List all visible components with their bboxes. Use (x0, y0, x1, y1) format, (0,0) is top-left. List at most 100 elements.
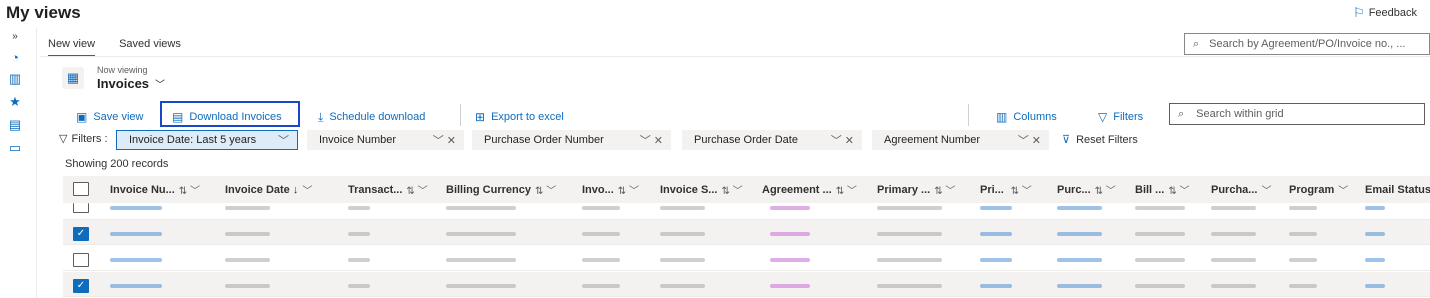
blurred-cell (877, 206, 942, 210)
filter-chip-po-date[interactable]: Purchase Order Date ﹀ ✕ (682, 130, 862, 150)
export-excel-label: Export to excel (491, 111, 564, 123)
column-header-label: Invoice Date ↓ (225, 183, 299, 196)
column-header-label: Agreement ... (762, 183, 832, 196)
expand-icon[interactable]: » (8, 30, 22, 44)
column-header[interactable]: Pri... ⇅ ﹀ (980, 176, 1032, 203)
blurred-cell (660, 206, 705, 210)
blurred-cell (770, 206, 810, 210)
filter-chip-agreement-number[interactable]: Agreement Number ﹀ ✕ (872, 130, 1049, 150)
schedule-download-label: Schedule download (329, 111, 426, 123)
download-icon: ⤓ (318, 109, 324, 124)
global-search-input[interactable]: ⌕ Search by Agreement/PO/Invoice no., ..… (1184, 33, 1430, 55)
export-excel-button[interactable]: ⊞ Export to excel (475, 108, 564, 126)
chevron-down-close-icons: ﹀ ✕ (432, 135, 456, 147)
row-checkbox[interactable] (73, 203, 89, 213)
blurred-cell (110, 258, 162, 262)
column-header[interactable]: Purcha... ﹀ (1211, 176, 1271, 203)
blurred-cell (446, 206, 516, 210)
column-header-label: Billing Currency (446, 183, 531, 196)
tabs-divider (40, 56, 1430, 57)
download-invoice-icon: ▤ (172, 110, 184, 124)
column-header[interactable]: Program ﹀ (1289, 176, 1348, 203)
column-header[interactable]: Invoice Nu... ⇅ ﹀ (110, 176, 200, 203)
filter-icon: ▽ (1098, 110, 1108, 124)
tab-saved-views[interactable]: Saved views (119, 38, 181, 57)
blurred-cell (660, 258, 705, 262)
column-header-label: Invoice S... (660, 183, 718, 196)
save-view-label: Save view (93, 111, 144, 123)
blurred-cell (1057, 232, 1102, 236)
row-checkbox[interactable]: ✓ (73, 279, 89, 293)
blurred-cell (582, 232, 620, 236)
column-header-label: Pri... (980, 183, 1004, 196)
view-selector[interactable]: Invoices ﹀ (97, 76, 165, 91)
page-title: My views (6, 3, 81, 22)
blurred-cell (1211, 284, 1256, 288)
presentation-icon[interactable]: ▭ (8, 141, 22, 155)
blurred-cell (110, 284, 162, 288)
column-header[interactable]: Primary ... ⇅ ﹀ (877, 176, 955, 203)
blurred-cell (446, 284, 516, 288)
filter-chip-po-number[interactable]: Purchase Order Number ﹀ ✕ (472, 130, 671, 150)
column-header[interactable]: Billing Currency ⇅ ﹀ (446, 176, 556, 203)
filters-label: Filters : (71, 132, 108, 145)
row-checkbox[interactable]: ✓ (73, 227, 89, 241)
column-header[interactable]: Invoice S... ⇅ ﹀ (660, 176, 743, 203)
blurred-cell (110, 232, 162, 236)
download-invoices-button[interactable]: ▤ Download Invoices (172, 108, 282, 126)
sort-chevron-icon: ⇅ ﹀ (835, 186, 857, 197)
filter-chip-label: Agreement Number (884, 134, 980, 146)
filter-chip-invoice-date[interactable]: Invoice Date: Last 5 years ﹀ (116, 130, 298, 150)
schedule-download-button[interactable]: ⤓ Schedule download (318, 108, 425, 126)
blurred-cell (1135, 284, 1185, 288)
sort-chevron-icon: ⇅ ﹀ (934, 186, 956, 197)
save-view-button[interactable]: ▣ Save view (76, 108, 143, 126)
save-icon: ▣ (76, 110, 88, 124)
record-count: Showing 200 records (65, 158, 169, 170)
views-icon[interactable]: ▥ (8, 72, 22, 86)
row-checkbox[interactable] (73, 253, 89, 267)
blurred-cell (110, 206, 162, 210)
column-header[interactable]: Agreement ... ⇅ ﹀ (762, 176, 857, 203)
feedback-link[interactable]: ⚐ Feedback (1353, 5, 1417, 21)
column-header-label: Invo... (582, 183, 614, 196)
blurred-cell (1211, 258, 1256, 262)
filter-chip-invoice-number[interactable]: Invoice Number ﹀ ✕ (307, 130, 464, 150)
dashboard-icon[interactable]: ◔ (8, 51, 22, 65)
filter-chip-label: Invoice Date: Last 5 years (129, 134, 257, 146)
tab-new-view[interactable]: New view (48, 38, 96, 57)
filters-button[interactable]: ▽ Filters (1098, 108, 1143, 126)
column-header[interactable]: Bill ... ⇅ ﹀ (1135, 176, 1190, 203)
grid-search-input[interactable]: ⌕ Search within grid (1169, 103, 1425, 125)
document-icon[interactable]: ▤ (8, 118, 22, 132)
favorites-icon[interactable]: ★ (8, 95, 22, 109)
blurred-cell (1135, 206, 1185, 210)
chevron-down-icon: ﹀ (302, 186, 313, 197)
columns-button[interactable]: ▥ Columns (996, 108, 1057, 126)
feedback-icon: ⚐ (1353, 5, 1365, 20)
feedback-label: Feedback (1368, 7, 1417, 19)
blurred-cell (1289, 232, 1317, 236)
blurred-cell (446, 232, 516, 236)
select-all-checkbox[interactable] (73, 182, 89, 196)
blurred-cell (348, 232, 370, 236)
now-viewing-caption: Now viewing (97, 65, 148, 75)
filter-icon: ▽ (59, 133, 68, 145)
reset-filters-button[interactable]: ⊽ Reset Filters (1062, 133, 1138, 147)
blurred-cell (582, 206, 620, 210)
blurred-cell (1135, 258, 1185, 262)
blurred-cell (1135, 232, 1185, 236)
reset-filter-icon: ⊽ (1062, 134, 1071, 146)
blurred-cell (225, 206, 270, 210)
column-header[interactable]: Invoice Date ↓ ﹀ (225, 176, 312, 203)
column-header[interactable]: Purc... ⇅ ﹀ (1057, 176, 1116, 203)
excel-icon: ⊞ (475, 110, 486, 124)
sort-chevron-icon: ⇅ ﹀ (1094, 186, 1116, 197)
sort-chevron-icon: ⇅ ﹀ (406, 186, 428, 197)
chevron-down-icon: ﹀ (1261, 186, 1272, 197)
blurred-cell (348, 258, 370, 262)
column-header[interactable]: Transact... ⇅ ﹀ (348, 176, 428, 203)
column-header[interactable]: Invo... ⇅ ﹀ (582, 176, 639, 203)
column-header[interactable]: Email Status (1365, 176, 1430, 203)
blurred-cell (877, 284, 942, 288)
